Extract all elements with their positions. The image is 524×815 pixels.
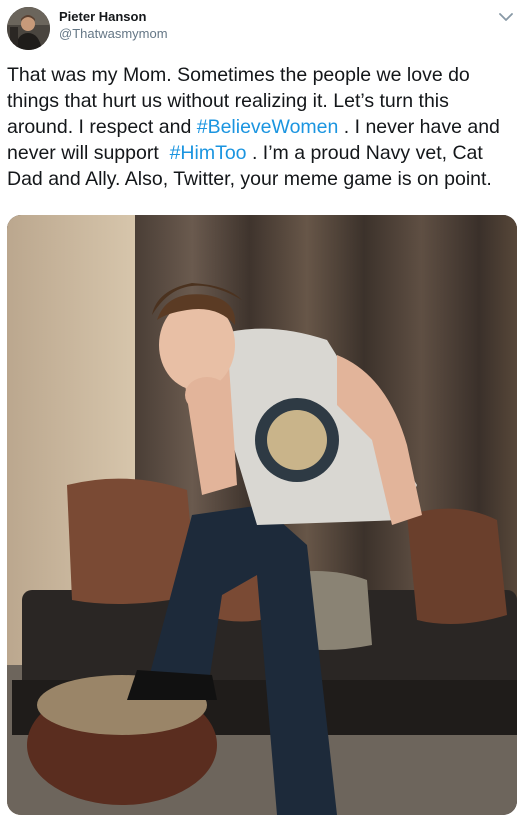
avatar[interactable] [7,7,50,50]
display-name[interactable]: Pieter Hanson [59,9,146,24]
hashtag-link-himtoo[interactable]: #HimToo [170,142,247,164]
tweet-photo[interactable] [7,215,517,815]
tweet-text: That was my Mom. Sometimes the people we… [7,62,515,192]
hashtag-link-believewomen[interactable]: #BelieveWomen [197,116,339,138]
chevron-down-icon[interactable] [498,10,514,22]
tweet: Pieter Hanson @Thatwasmymom That was my … [0,0,524,815]
user-handle[interactable]: @Thatwasmymom [59,26,168,41]
